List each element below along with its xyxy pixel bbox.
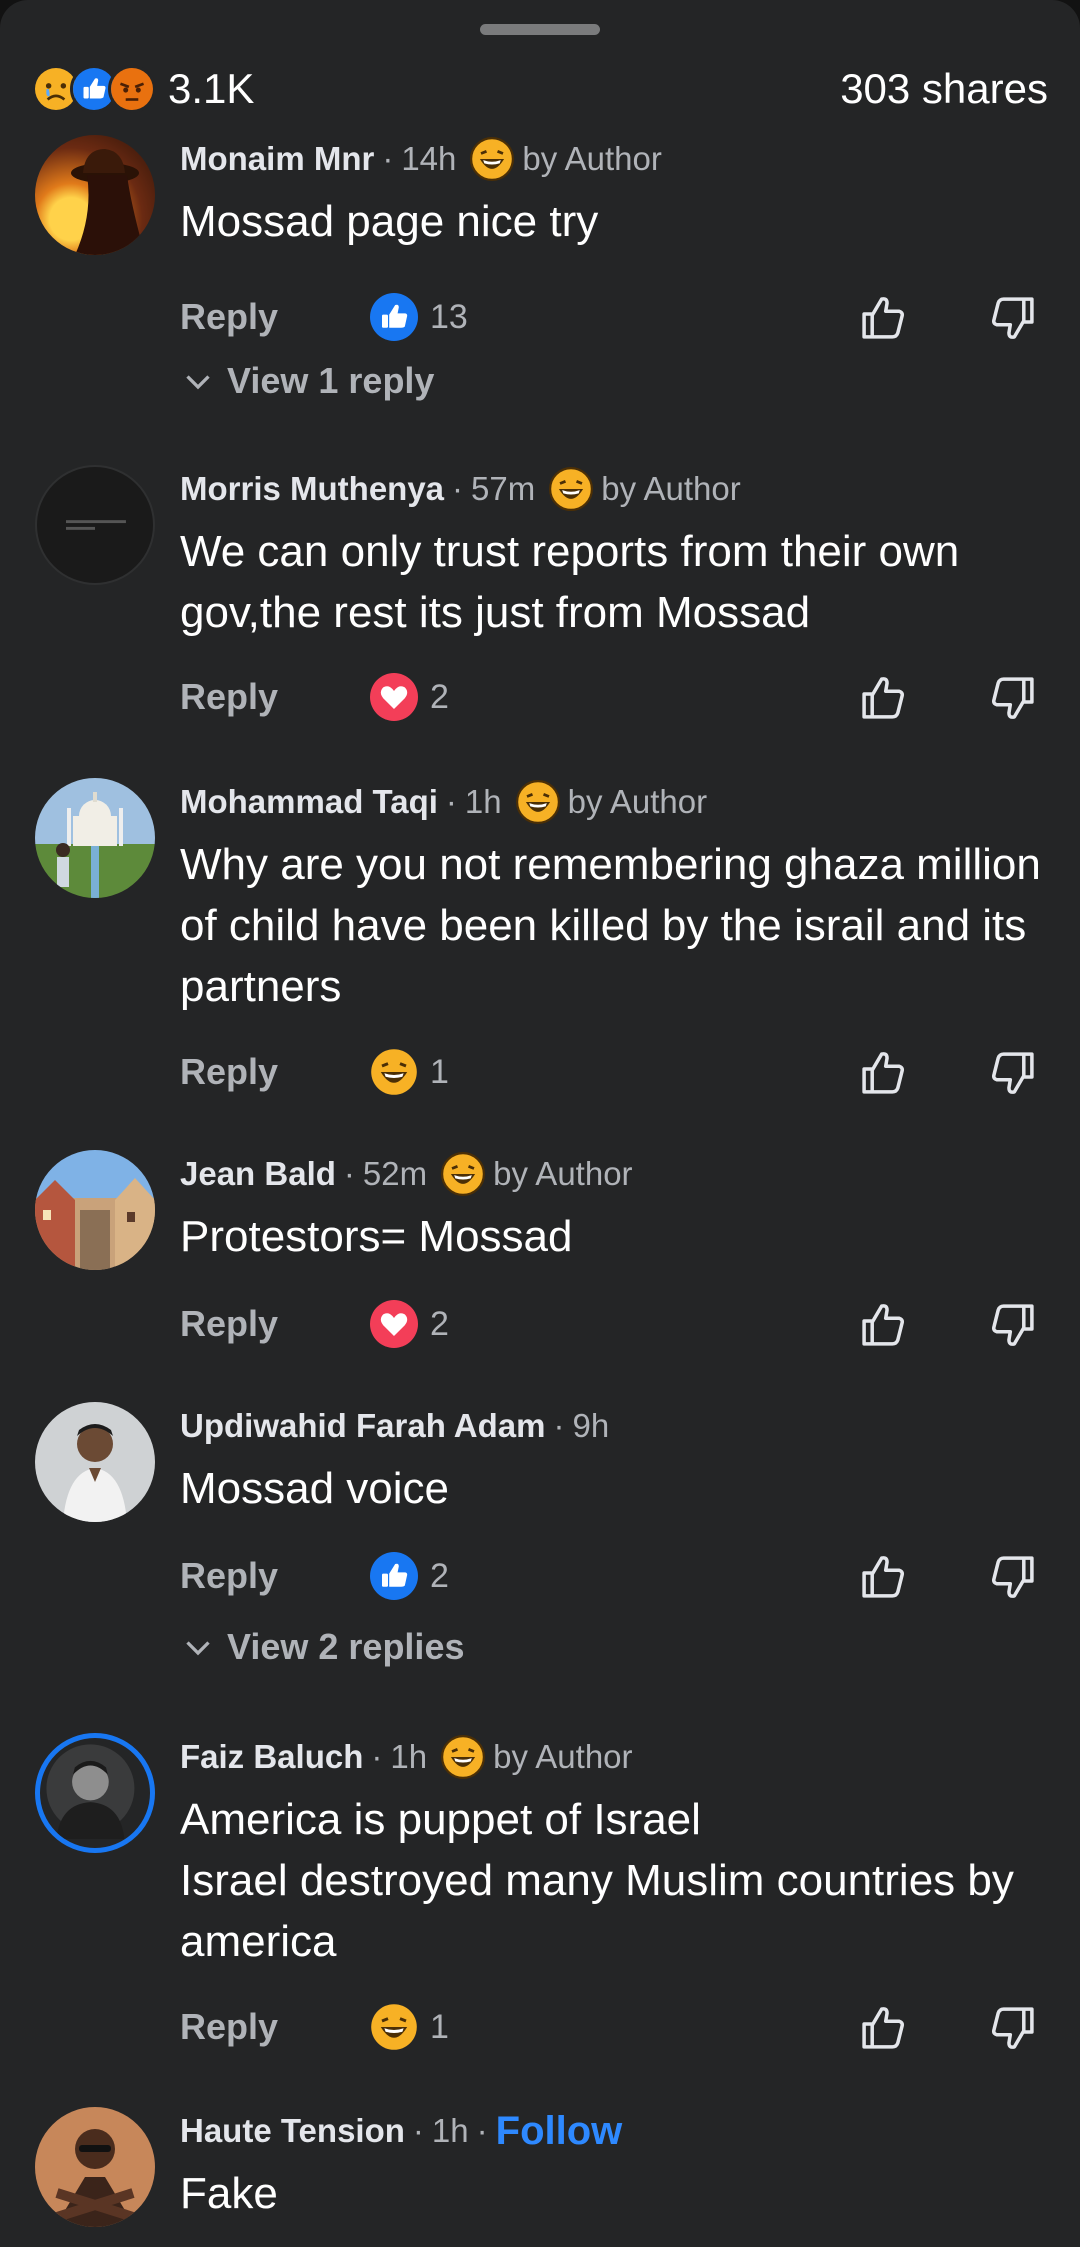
haha-icon: [441, 1152, 486, 1196]
reaction-count: 3.1K: [168, 65, 255, 112]
haha-icon: [515, 780, 560, 824]
commenter-name[interactable]: Faiz Baluch: [180, 1738, 363, 1776]
comment-reactions[interactable]: 1: [370, 2003, 449, 2051]
comment: Morris Muthenya · 57m by Author We can o…: [0, 465, 1080, 745]
comment-time[interactable]: 1h: [465, 783, 502, 821]
author-reaction-badge: by Author: [549, 467, 741, 511]
author-reaction-badge: by Author: [441, 1152, 633, 1196]
comment-text: Fake: [180, 2169, 278, 2218]
avatar[interactable]: [35, 135, 155, 255]
haha-icon: [371, 2004, 417, 2050]
upvote-icon[interactable]: [856, 291, 910, 345]
downvote-icon[interactable]: [986, 1298, 1040, 1352]
avatar[interactable]: [35, 1402, 155, 1522]
author-reaction-badge: by Author: [515, 780, 708, 824]
reply-button[interactable]: Reply: [180, 2006, 370, 2048]
reply-button[interactable]: Reply: [180, 1303, 370, 1345]
commenter-name[interactable]: Monaim Mnr: [180, 140, 374, 178]
avatar[interactable]: [35, 1150, 155, 1270]
reply-button[interactable]: Reply: [180, 676, 370, 718]
comment-text: America is puppet of Israel Israel destr…: [180, 1795, 1014, 1966]
reaction-count: 2: [430, 1556, 449, 1595]
upvote-icon[interactable]: [856, 2001, 910, 2055]
comment-time[interactable]: 52m: [363, 1155, 427, 1193]
follow-button[interactable]: Follow: [496, 2109, 623, 2154]
view-replies-label: View 1 reply: [227, 360, 435, 401]
reaction-count: 2: [430, 677, 449, 716]
commenter-name[interactable]: Morris Muthenya: [180, 470, 444, 508]
view-replies-button[interactable]: View 2 replies: [183, 1626, 464, 1668]
commenter-name[interactable]: Haute Tension: [180, 2112, 405, 2150]
reply-button[interactable]: Reply: [180, 296, 370, 338]
haha-icon: [470, 137, 515, 181]
avatar[interactable]: [35, 778, 155, 898]
comments-sheet: 3.1K 303 shares Monaim Mnr · 14h by Auth…: [0, 0, 1080, 2247]
upvote-icon[interactable]: [856, 671, 910, 725]
avatar[interactable]: [35, 465, 155, 585]
comment-text: Why are you not remembering ghaza millio…: [180, 840, 1041, 1011]
view-replies-label: View 2 replies: [227, 1626, 465, 1667]
comment-time[interactable]: 1h: [432, 2112, 469, 2150]
reaction-count: 2: [430, 1304, 449, 1343]
comment-text: Mossad voice: [180, 1464, 450, 1513]
downvote-icon[interactable]: [986, 671, 1040, 725]
downvote-icon[interactable]: [986, 1550, 1040, 1604]
reaction-count: 13: [430, 297, 468, 336]
downvote-icon[interactable]: [986, 291, 1040, 345]
love-icon: [370, 1300, 418, 1348]
comment: Haute Tension · 1h · Follow Fake: [0, 2107, 1080, 2247]
comment: Faiz Baluch · 1h by Author America is pu…: [0, 1733, 1080, 2073]
commenter-name[interactable]: Mohammad Taqi: [180, 783, 438, 821]
chevron-down-icon: [186, 375, 210, 390]
shares-count[interactable]: 303 shares: [840, 65, 1048, 113]
by-author-label: by Author: [493, 1738, 633, 1775]
comment-time[interactable]: 9h: [572, 1407, 609, 1445]
author-reaction-badge: by Author: [441, 1735, 633, 1779]
author-reaction-badge: by Author: [470, 137, 662, 181]
downvote-icon[interactable]: [986, 2001, 1040, 2055]
comment-reactions[interactable]: 13: [370, 293, 468, 341]
like-icon: [370, 293, 418, 341]
haha-icon: [441, 1735, 486, 1779]
reply-button[interactable]: Reply: [180, 1555, 370, 1597]
haha-icon: [371, 1049, 417, 1095]
reaction-count: 1: [430, 1052, 449, 1091]
upvote-icon[interactable]: [856, 1046, 910, 1100]
comment-reactions[interactable]: 1: [370, 1048, 449, 1096]
comment-time[interactable]: 57m: [471, 470, 535, 508]
comment-text: Mossad page nice try: [180, 197, 599, 246]
commenter-name[interactable]: Jean Bald: [180, 1155, 336, 1193]
by-author-label: by Author: [493, 1155, 633, 1192]
view-replies-button[interactable]: View 1 reply: [183, 360, 434, 402]
by-author-label: by Author: [601, 470, 741, 507]
love-icon: [370, 673, 418, 721]
comment: Monaim Mnr · 14h by Author Mossad page n…: [0, 135, 1080, 425]
like-icon: [370, 1552, 418, 1600]
downvote-icon[interactable]: [986, 1046, 1040, 1100]
comment-text: Protestors= Mossad: [180, 1212, 573, 1261]
comment-reactions[interactable]: 2: [370, 1300, 449, 1348]
drag-handle[interactable]: [480, 24, 600, 35]
upvote-icon[interactable]: [856, 1298, 910, 1352]
avatar[interactable]: [35, 2107, 155, 2227]
avatar[interactable]: [35, 1733, 155, 1853]
reaction-count: 1: [430, 2007, 449, 2046]
chevron-down-icon: [186, 1641, 210, 1656]
comment: Mohammad Taqi · 1h by Author Why are you…: [0, 778, 1080, 1118]
comment: Updiwahid Farah Adam · 9h Mossad voice R…: [0, 1402, 1080, 1682]
haha-icon: [549, 467, 594, 511]
reply-button[interactable]: Reply: [180, 1051, 370, 1093]
commenter-name[interactable]: Updiwahid Farah Adam: [180, 1407, 545, 1445]
comment-reactions[interactable]: 2: [370, 673, 449, 721]
comment-time[interactable]: 14h: [401, 140, 456, 178]
upvote-icon[interactable]: [856, 1550, 910, 1604]
by-author-label: by Author: [567, 783, 708, 820]
angry-icon: [108, 65, 156, 113]
reactions-summary[interactable]: 3.1K 303 shares: [32, 58, 1048, 120]
by-author-label: by Author: [522, 140, 662, 177]
comment-time[interactable]: 1h: [390, 1738, 427, 1776]
comment-text: We can only trust reports from their own…: [180, 527, 960, 637]
comment: Jean Bald · 52m by Author Protestors= Mo…: [0, 1150, 1080, 1370]
comment-reactions[interactable]: 2: [370, 1552, 449, 1600]
